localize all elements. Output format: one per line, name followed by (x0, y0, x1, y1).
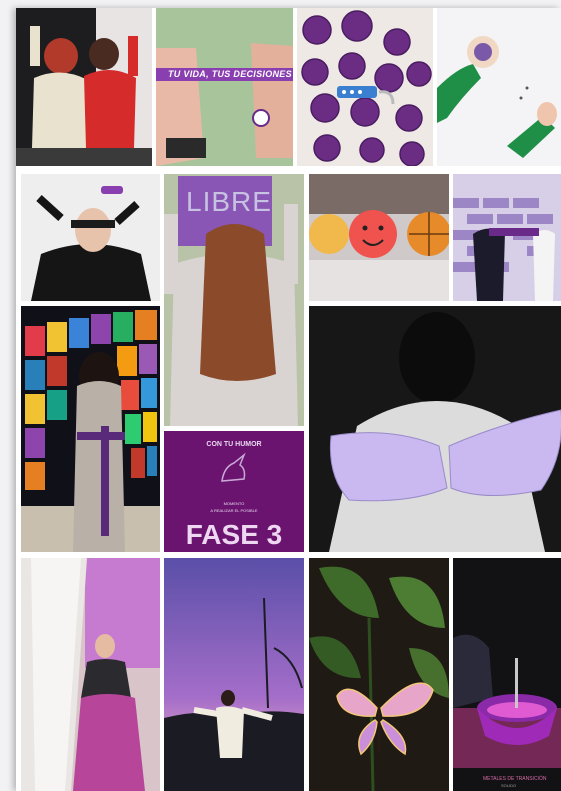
photo-libre-poster: LIBRE (164, 174, 304, 426)
phase-card-heading: CON TU HUMOR (206, 441, 262, 448)
photo-butterfly-plant (309, 558, 449, 791)
unicorn-icon (221, 452, 246, 482)
photo-raised-fists (16, 8, 152, 166)
photo-wristband-banner: TU VIDA, TUS DECISIONES (156, 8, 293, 166)
libre-poster-word: LIBRE (186, 186, 272, 217)
wristband-banner-text: TU VIDA, TUS DECISIONES (168, 69, 292, 79)
caption-transition-metals-sub: SOLIDO (501, 783, 517, 788)
collage-sheet: TU VIDA, TUS DECISIONES LIBRE CON TU HUM… (16, 8, 561, 791)
photo-green-sleeves (437, 8, 561, 166)
photo-paper-wings (309, 306, 561, 552)
phase-card-subline-1: MOMENTO (223, 501, 245, 506)
phase-card: CON TU HUMOR MOMENTO A REALIZAR EL POSIB… (164, 431, 304, 552)
phase-card-title: FASE 3 (185, 519, 283, 550)
photo-lilac-shadow (21, 558, 160, 791)
photo-stained-glass (21, 306, 160, 552)
photo-purple-liquid-bowl: METALES DE TRANSICIÓN SOLIDO (453, 558, 561, 791)
photo-brick-wall-scarf (453, 174, 561, 301)
caption-transition-metals: METALES DE TRANSICIÓN (483, 776, 547, 782)
photo-smiley-balls (309, 174, 449, 301)
photo-paper-roses (297, 8, 433, 166)
photo-purple-sky (164, 558, 304, 791)
phase-card-subline-2: A REALIZAR EL POSIBLE (210, 508, 258, 513)
photo-blindfold (21, 174, 160, 301)
